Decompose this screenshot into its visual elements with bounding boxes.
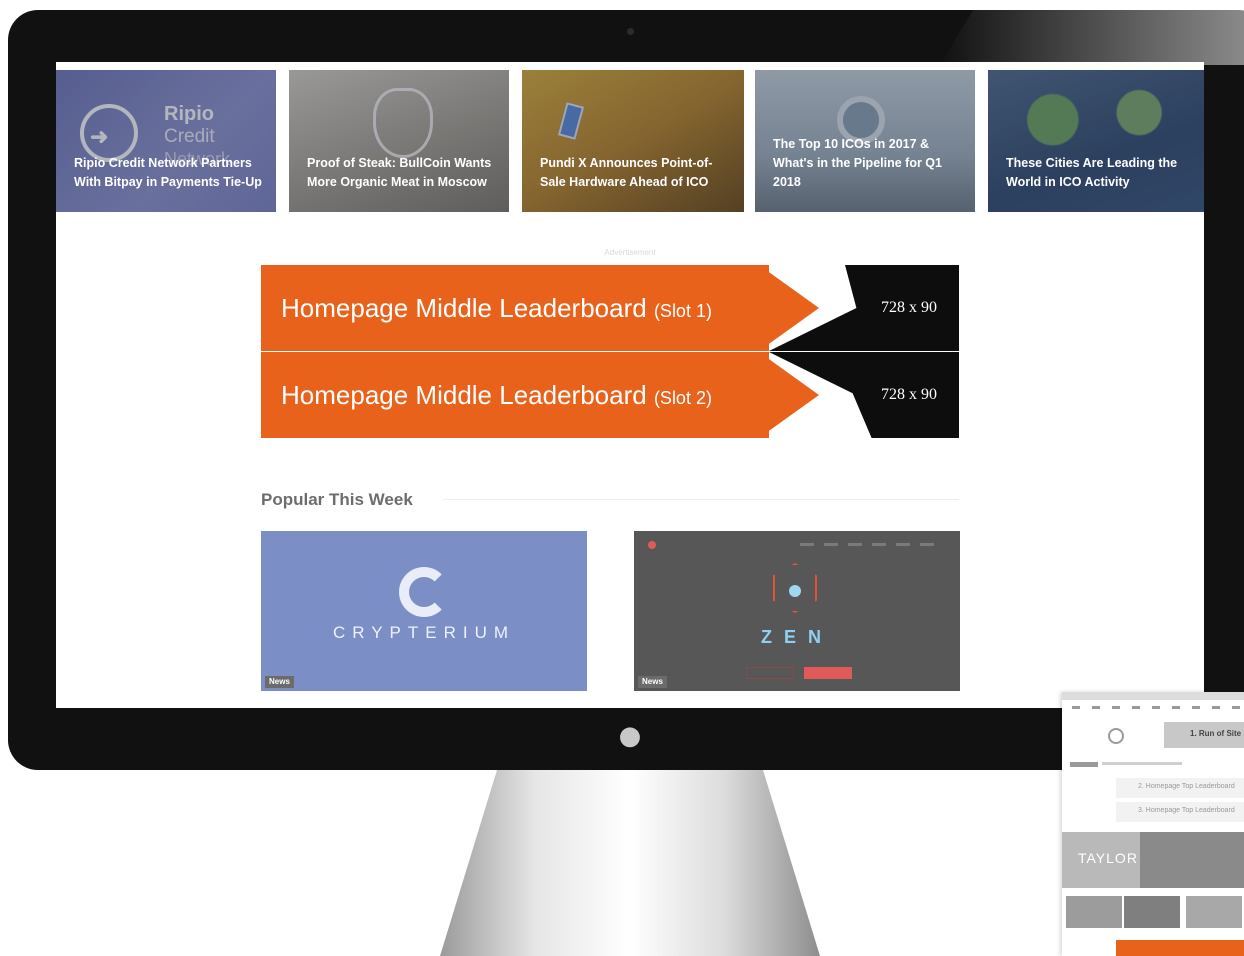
ad-label-text: Homepage Middle Leaderboard [281,380,647,410]
inset-screenshot: 1. Run of Site 2. Homepage Top Leaderboa… [1062,692,1244,956]
featured-article-card[interactable]: These Cities Are Leading the World in IC… [988,70,1204,212]
inset-text-line [1102,762,1182,765]
featured-articles-row: ➜ Ripio Credit Network Ripio Credit Netw… [56,70,1204,212]
inset-brand: TAYLOR [1078,850,1138,866]
monitor-mockup: ● ➜ Ripio Credit Network Ripio Credit Ne… [0,0,1244,956]
zen-dot-icon [789,585,801,597]
inset-ad-banner [1116,940,1244,956]
section-title: Popular This Week [261,490,413,509]
leaderboard-ad-slot-2[interactable]: Homepage Middle Leaderboard (Slot 2) 728… [261,352,959,438]
inset-thumbnail [1066,896,1122,928]
featured-article-card[interactable]: Proof of Steak: BullCoin Wants More Orga… [289,70,509,212]
crypterium-logo-icon [399,567,449,617]
inset-logo-icon [1108,728,1124,744]
ad-size: 728 x 90 [881,299,937,316]
inset-label-bar [1070,762,1098,767]
article-title[interactable]: Pundi X Announces Point-of-Sale Hardware… [540,154,730,192]
featured-article-card[interactable]: The Top 10 ICOs in 2017 & What's in the … [755,70,975,212]
article-title[interactable]: Proof of Steak: BullCoin Wants More Orga… [307,154,495,192]
inset-banner-label: 1. Run of Site [1190,729,1242,738]
camera-icon [627,28,634,35]
inset-ad-slot: 2. Homepage Top Leaderboard [1116,778,1244,798]
inset-slot-label: 3. Homepage Top Leaderboard [1138,807,1235,814]
ad-label-text: Homepage Middle Leaderboard [281,293,647,323]
brand-name: CRYPTERIUM [332,623,516,642]
inset-hero-image [1140,832,1244,888]
site-logo-icon [648,541,656,549]
ad-slot-number: (Slot 2) [653,388,712,408]
inset-thumbnail [1124,896,1180,928]
article-title[interactable]: These Cities Are Leading the World in IC… [1006,154,1190,192]
inset-thumbnail [1186,896,1242,928]
brand-name: ZEN [761,627,833,647]
website-screen: ➜ Ripio Credit Network Ripio Credit Netw… [56,62,1204,708]
leaderboard-ad-slot-1[interactable]: Homepage Middle Leaderboard (Slot 1) 728… [261,265,959,351]
article-title[interactable]: Ripio Credit Network Partners With Bitpa… [74,154,262,192]
monitor-stand [440,770,820,956]
inset-ad-slot: 3. Homepage Top Leaderboard [1116,802,1244,822]
cta-button [804,667,852,679]
featured-article-card[interactable]: ➜ Ripio Credit Network Ripio Credit Netw… [56,70,276,212]
popular-section-header: Popular This Week [261,490,959,510]
article-title[interactable]: The Top 10 ICOs in 2017 & What's in the … [773,135,961,192]
bezel-reflection [940,10,1244,65]
cta-outline-button [746,667,794,679]
section-divider [443,499,959,500]
inset-topbar [1062,692,1244,700]
ad-slot-number: (Slot 1) [653,301,712,321]
category-tag[interactable]: News [638,676,667,688]
inset-slot-label: 2. Homepage Top Leaderboard [1138,783,1235,790]
advertisement-caption: Advertisement [604,248,656,257]
site-nav-placeholder [800,543,940,546]
ad-label: Homepage Middle Leaderboard (Slot 1) [281,265,712,351]
inset-run-of-site-banner: 1. Run of Site [1164,722,1244,748]
featured-article-card[interactable]: Pundi X Announces Point-of-Sale Hardware… [522,70,744,212]
inset-nav [1072,706,1242,709]
inset-hero-image: TAYLOR [1062,832,1140,888]
ad-size: 728 x 90 [881,386,937,403]
apple-logo-icon: ● [618,721,642,751]
popular-article-card[interactable]: CRYPTERIUM News [261,531,587,691]
category-tag[interactable]: News [265,676,294,688]
ad-label: Homepage Middle Leaderboard (Slot 2) [281,352,712,438]
popular-article-card[interactable]: ZEN News [634,531,960,691]
